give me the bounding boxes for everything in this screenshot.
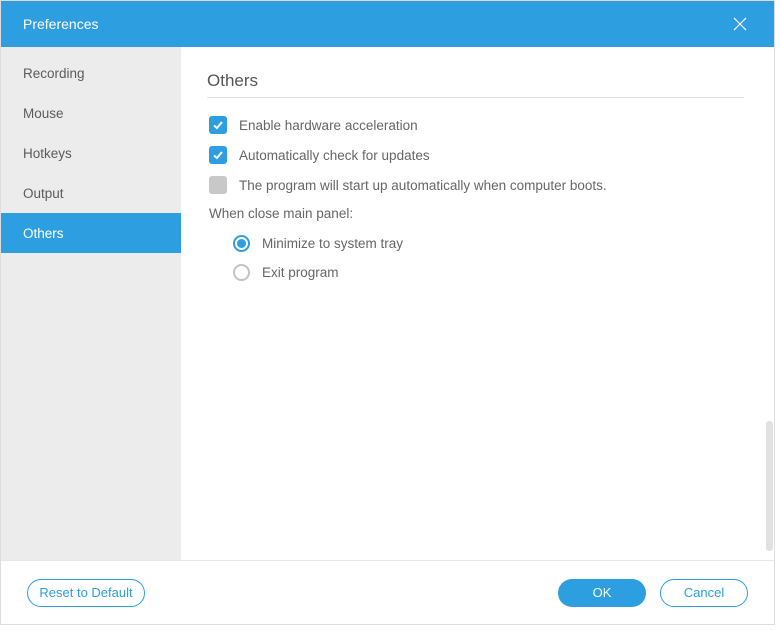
titlebar: Preferences (1, 1, 774, 47)
sidebar-item-recording[interactable]: Recording (1, 53, 181, 93)
body: Recording Mouse Hotkeys Output Others Ot… (1, 47, 774, 560)
footer: Reset to Default OK Cancel (1, 560, 774, 624)
checkbox-label: The program will start up automatically … (239, 178, 607, 193)
content-panel: Others Enable hardware acceleration Auto… (181, 47, 774, 560)
check-icon (212, 149, 224, 161)
check-icon (212, 119, 224, 131)
checkbox-label: Enable hardware acceleration (239, 118, 418, 133)
scrollbar[interactable] (766, 421, 773, 551)
checkbox-autostart[interactable] (209, 176, 227, 194)
cancel-button[interactable]: Cancel (660, 579, 748, 607)
close-button[interactable] (726, 10, 754, 38)
radio-row-minimize: Minimize to system tray (207, 235, 744, 252)
section-title: Others (207, 71, 744, 91)
radio-label: Exit program (262, 265, 339, 280)
sidebar-item-label: Mouse (23, 106, 64, 121)
radio-exit[interactable] (233, 264, 250, 281)
sidebar-item-label: Recording (23, 66, 85, 81)
checkbox-row-autostart: The program will start up automatically … (207, 176, 744, 194)
ok-button-label: OK (593, 585, 612, 600)
sidebar-item-hotkeys[interactable]: Hotkeys (1, 133, 181, 173)
ok-button[interactable]: OK (558, 579, 646, 607)
sidebar-item-label: Hotkeys (23, 146, 72, 161)
window-title: Preferences (23, 16, 98, 32)
cancel-button-label: Cancel (684, 585, 724, 600)
checkbox-row-auto-update: Automatically check for updates (207, 146, 744, 164)
close-panel-heading: When close main panel: (209, 206, 744, 221)
checkbox-auto-update[interactable] (209, 146, 227, 164)
section-divider (207, 97, 744, 98)
radio-label: Minimize to system tray (262, 236, 403, 251)
sidebar-item-output[interactable]: Output (1, 173, 181, 213)
reset-button-label: Reset to Default (39, 585, 132, 600)
checkbox-label: Automatically check for updates (239, 148, 430, 163)
sidebar-item-mouse[interactable]: Mouse (1, 93, 181, 133)
sidebar: Recording Mouse Hotkeys Output Others (1, 47, 181, 560)
radio-dot-icon (237, 239, 246, 248)
sidebar-item-others[interactable]: Others (1, 213, 181, 253)
checkbox-row-hardware-accel: Enable hardware acceleration (207, 116, 744, 134)
footer-right: OK Cancel (558, 579, 748, 607)
preferences-window: Preferences Recording Mouse Hotkeys Outp… (0, 0, 775, 625)
radio-minimize[interactable] (233, 235, 250, 252)
checkbox-hardware-accel[interactable] (209, 116, 227, 134)
close-icon (732, 16, 748, 32)
reset-button[interactable]: Reset to Default (27, 579, 145, 607)
sidebar-item-label: Output (23, 186, 64, 201)
radio-row-exit: Exit program (207, 264, 744, 281)
sidebar-item-label: Others (23, 226, 64, 241)
